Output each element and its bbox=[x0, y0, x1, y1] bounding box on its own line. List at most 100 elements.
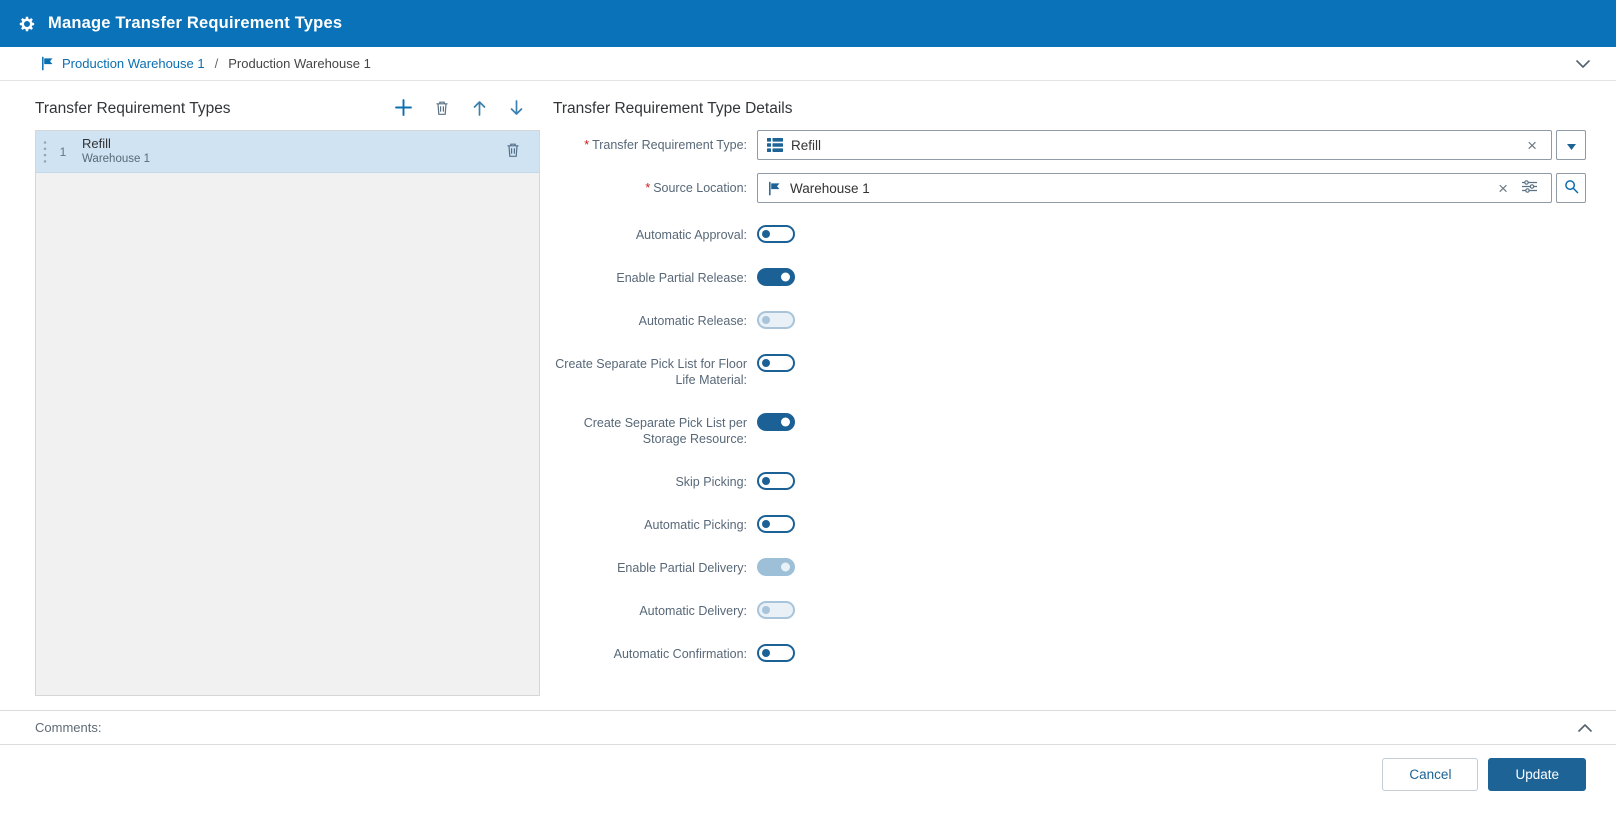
toggle-row: Automatic Confirmation: bbox=[553, 644, 1586, 662]
arrow-up-icon bbox=[472, 100, 487, 119]
move-up-button[interactable] bbox=[470, 98, 489, 121]
left-panel-header: Transfer Requirement Types bbox=[35, 95, 540, 123]
main-content: Transfer Requirement Types 1 Refill Ware… bbox=[0, 81, 1616, 710]
search-icon bbox=[1564, 179, 1579, 197]
toggle-automatic-approval[interactable] bbox=[757, 225, 795, 243]
list-item-name: Refill bbox=[82, 135, 111, 151]
source-location-value: Warehouse 1 bbox=[790, 180, 870, 196]
toggle-label: Enable Partial Release: bbox=[616, 271, 747, 285]
toggle-label: Automatic Release: bbox=[638, 314, 747, 328]
toggle-row: Create Separate Pick List for Floor Life… bbox=[553, 354, 1586, 388]
transfer-requirement-types-panel: Transfer Requirement Types 1 Refill Ware… bbox=[35, 95, 540, 710]
toggle-row: Automatic Approval: bbox=[553, 225, 1586, 243]
toggle-label: Create Separate Pick List for Floor Life… bbox=[555, 357, 747, 387]
toggle-knob bbox=[762, 520, 770, 528]
breadcrumb: Production Warehouse 1 / Production Ware… bbox=[0, 47, 1616, 81]
toggle-row: Enable Partial Release: bbox=[553, 268, 1586, 286]
list-item-subtitle: Warehouse 1 bbox=[82, 153, 150, 166]
comments-label: Comments: bbox=[35, 720, 102, 735]
clear-icon[interactable]: × bbox=[1491, 180, 1515, 197]
field-transfer-requirement-type: * Transfer Requirement Type: Refill × bbox=[553, 130, 1586, 160]
toggle-knob bbox=[781, 417, 790, 427]
filter-button[interactable] bbox=[1515, 180, 1544, 196]
breadcrumb-current: Production Warehouse 1 bbox=[228, 56, 371, 71]
toggle-row: Skip Picking: bbox=[553, 472, 1586, 490]
toggle-label: Automatic Delivery: bbox=[639, 604, 747, 618]
comments-section: Comments: bbox=[0, 710, 1616, 745]
toggle-row: Create Separate Pick List per Storage Re… bbox=[553, 413, 1586, 447]
toggle-knob bbox=[762, 477, 770, 485]
transfer-requirement-type-value: Refill bbox=[791, 137, 822, 153]
chevron-down-icon[interactable] bbox=[1572, 56, 1594, 72]
caret-down-icon bbox=[1566, 138, 1576, 153]
app-titlebar: Manage Transfer Requirement Types bbox=[0, 0, 1616, 47]
toggle-automatic-confirmation[interactable] bbox=[757, 644, 795, 662]
move-down-button[interactable] bbox=[507, 98, 526, 121]
required-marker: * bbox=[645, 181, 651, 195]
left-panel-title: Transfer Requirement Types bbox=[35, 100, 231, 117]
field-label: * Transfer Requirement Type: bbox=[584, 138, 747, 152]
warehouse-flag-icon bbox=[40, 56, 55, 71]
update-button[interactable]: Update bbox=[1488, 758, 1586, 791]
toggle-label: Automatic Approval: bbox=[635, 228, 747, 242]
chevron-up-icon[interactable] bbox=[1574, 720, 1596, 736]
field-label: * Source Location: bbox=[645, 181, 747, 195]
toggle-knob bbox=[762, 649, 770, 657]
details-title: Transfer Requirement Type Details bbox=[553, 100, 793, 117]
row-delete-button[interactable] bbox=[503, 140, 523, 163]
toggle-row: Enable Partial Delivery: bbox=[553, 558, 1586, 576]
filter-sliders-icon bbox=[1522, 180, 1537, 196]
search-button[interactable] bbox=[1556, 173, 1586, 203]
toggle-separate-pick-list-storage-resource[interactable] bbox=[757, 413, 795, 431]
footer-actions: Cancel Update bbox=[0, 745, 1616, 827]
breadcrumb-separator: / bbox=[214, 56, 219, 71]
toggle-automatic-release bbox=[757, 311, 795, 329]
list-item-refill[interactable]: 1 Refill Warehouse 1 bbox=[36, 131, 539, 173]
toggle-row: Automatic Picking: bbox=[553, 515, 1586, 533]
toggle-enable-partial-release[interactable] bbox=[757, 268, 795, 286]
add-button[interactable] bbox=[393, 97, 414, 121]
toggle-label: Enable Partial Delivery: bbox=[617, 561, 747, 575]
toggle-row: Automatic Delivery: bbox=[553, 601, 1586, 619]
toggle-knob bbox=[762, 606, 770, 614]
gear-icon bbox=[18, 15, 36, 33]
dropdown-button[interactable] bbox=[1556, 130, 1586, 160]
toggle-label: Automatic Confirmation: bbox=[613, 647, 747, 661]
toggle-knob bbox=[762, 316, 770, 324]
toggle-label: Create Separate Pick List per Storage Re… bbox=[583, 416, 747, 446]
transfer-requirement-types-list: 1 Refill Warehouse 1 bbox=[35, 130, 540, 696]
cancel-button[interactable]: Cancel bbox=[1382, 758, 1479, 791]
breadcrumb-link[interactable]: Production Warehouse 1 bbox=[62, 56, 205, 71]
add-icon bbox=[395, 99, 412, 119]
toggle-label: Skip Picking: bbox=[675, 475, 747, 489]
transfer-requirement-type-details-panel: Transfer Requirement Type Details * Trans… bbox=[553, 95, 1586, 710]
toggle-knob bbox=[781, 272, 790, 282]
toggle-automatic-picking[interactable] bbox=[757, 515, 795, 533]
delete-button[interactable] bbox=[432, 98, 452, 121]
toggle-skip-picking[interactable] bbox=[757, 472, 795, 490]
toggle-knob bbox=[762, 230, 770, 238]
trash-icon bbox=[434, 100, 450, 119]
toggle-separate-pick-list-floor-life[interactable] bbox=[757, 354, 795, 372]
clear-icon[interactable]: × bbox=[1520, 137, 1544, 154]
toggle-label: Automatic Picking: bbox=[644, 518, 747, 532]
list-icon bbox=[767, 138, 783, 152]
arrow-down-icon bbox=[509, 99, 524, 119]
field-source-location: * Source Location: Warehouse 1 × bbox=[553, 173, 1586, 203]
toggle-knob bbox=[781, 562, 790, 572]
source-location-combobox[interactable]: Warehouse 1 × bbox=[757, 173, 1552, 203]
drag-handle-icon[interactable] bbox=[43, 140, 47, 164]
toggle-enable-partial-delivery bbox=[757, 558, 795, 576]
toggle-automatic-delivery bbox=[757, 601, 795, 619]
left-panel-toolbar bbox=[393, 97, 540, 121]
warehouse-flag-icon bbox=[767, 181, 782, 196]
list-item-text: Refill Warehouse 1 bbox=[82, 136, 150, 168]
toggle-settings: Automatic Approval: Enable Partial Relea… bbox=[553, 225, 1586, 687]
toggle-knob bbox=[762, 359, 770, 367]
toggle-row: Automatic Release: bbox=[553, 311, 1586, 329]
transfer-requirement-type-combobox[interactable]: Refill × bbox=[757, 130, 1552, 160]
list-item-index: 1 bbox=[59, 144, 67, 159]
page-title: Manage Transfer Requirement Types bbox=[48, 14, 343, 32]
trash-icon bbox=[505, 142, 521, 161]
required-marker: * bbox=[584, 138, 590, 152]
